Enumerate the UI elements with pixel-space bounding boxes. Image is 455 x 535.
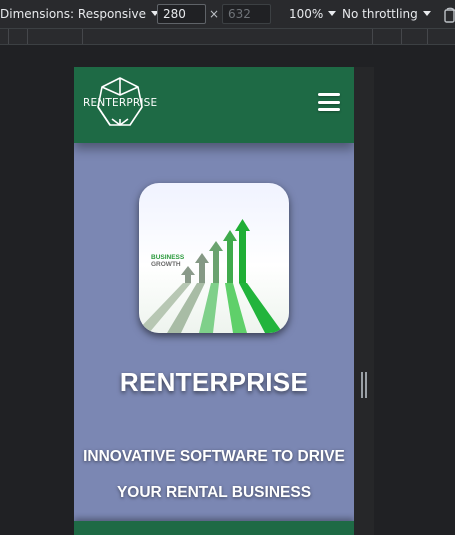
business-growth-image: BUSINESS GROWTH [139, 183, 289, 333]
next-section-strip [74, 521, 354, 535]
resize-handle[interactable] [361, 372, 367, 398]
logo-text: RENTERPRISE [83, 97, 158, 109]
hero-title: RENTERPRISE [119, 367, 309, 397]
zoom-label: 100% [289, 7, 324, 21]
site-header: RENTERPRISE [74, 67, 354, 143]
width-input[interactable]: 280 [157, 4, 206, 24]
page-viewport: RENTERPRISE BUSINESS GROWTH RENTERPRISE … [74, 67, 354, 535]
device-toolbar: Dimensions: Responsive 280 × 632 100% No… [0, 0, 455, 29]
hero-subtitle: INNOVATIVE SOFTWARE TO DRIVE YOUR RENTAL… [74, 439, 354, 511]
caret-down-icon [328, 11, 337, 16]
throttling-dropdown[interactable]: No throttling [342, 7, 431, 21]
dimensions-dropdown[interactable]: Dimensions: Responsive [0, 7, 159, 21]
rotate-icon[interactable] [443, 7, 455, 23]
media-query-ruler [0, 29, 455, 45]
image-caption-growth: GROWTH [151, 261, 181, 268]
throttling-label: No throttling [342, 7, 418, 21]
caret-down-icon [422, 11, 431, 16]
hero-subtitle-line1: INNOVATIVE SOFTWARE TO DRIVE [83, 448, 345, 465]
height-input[interactable]: 632 [222, 4, 271, 24]
dimensions-label: Dimensions: Responsive [0, 7, 146, 21]
hamburger-menu-icon[interactable] [318, 93, 340, 113]
zoom-dropdown[interactable]: 100% [289, 7, 337, 21]
hero-subtitle-line2: YOUR RENTAL BUSINESS [116, 484, 312, 501]
dimension-separator: × [209, 7, 220, 21]
image-caption-business: BUSINESS [151, 254, 185, 261]
